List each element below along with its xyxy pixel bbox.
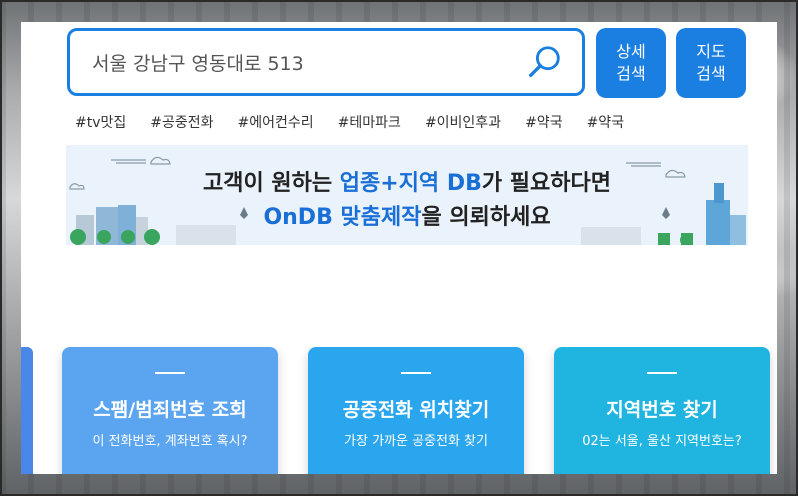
search-icon[interactable] [526, 43, 564, 81]
card-title: 스팸/범죄번호 조회 [93, 399, 247, 421]
hashtag-link[interactable]: #에어컨수리 [238, 112, 314, 132]
card-divider [155, 372, 185, 374]
card-subtitle: 02는 서울, 울산 지역번호는? [582, 434, 742, 449]
card-title: 공중전화 위치찾기 [342, 399, 490, 421]
hashtag-link[interactable]: #공중전화 [150, 112, 213, 132]
banner-text: 가 필요하다면 [481, 171, 611, 196]
ondb-banner[interactable]: 고객이 원하는 업종+지역 DB가 필요하다면 OnDB 맞춤제작을 의뢰하세요 [66, 145, 748, 245]
hashtag-link[interactable]: #tv맛집 [75, 112, 126, 132]
card-divider [401, 372, 431, 374]
banner-highlight: OnDB 맞춤제작 [263, 205, 422, 230]
banner-text: 을 의뢰하세요 [421, 205, 551, 230]
card-divider [647, 372, 677, 374]
detail-search-button[interactable]: 상세 검색 [596, 28, 666, 98]
search-input-value[interactable]: 서울 강남구 영동대로 513 [92, 49, 526, 76]
hashtag-link[interactable]: #테마파크 [338, 112, 401, 132]
partial-card[interactable] [21, 347, 33, 474]
banner-line-2: OnDB 맞춤제작을 의뢰하세요 [66, 199, 748, 231]
spam-lookup-card[interactable]: 스팸/범죄번호 조회 이 전화번호, 계좌번호 혹시? [62, 347, 278, 474]
hashtag-link[interactable]: #약국 [587, 112, 625, 132]
map-search-button[interactable]: 지도 검색 [676, 28, 746, 98]
service-cards: 스팸/범죄번호 조회 이 전화번호, 계좌번호 혹시? 공중전화 위치찾기 가장… [21, 347, 777, 474]
search-input[interactable]: 서울 강남구 영동대로 513 [67, 28, 585, 96]
banner-highlight: 업종+지역 DB [339, 171, 482, 196]
hashtag-link[interactable]: #약국 [525, 112, 563, 132]
banner-line-1: 고객이 원하는 업종+지역 DB가 필요하다면 [66, 165, 748, 197]
card-title: 지역번호 찾기 [606, 399, 718, 421]
payphone-finder-card[interactable]: 공중전화 위치찾기 가장 가까운 공중전화 찾기 [308, 347, 524, 474]
card-subtitle: 가장 가까운 공중전화 찾기 [344, 434, 488, 449]
hashtag-link[interactable]: #이비인후과 [425, 112, 501, 132]
card-subtitle: 이 전화번호, 계좌번호 혹시? [92, 434, 248, 449]
hashtag-list: #tv맛집 #공중전화 #에어컨수리 #테마파크 #이비인후과 #약국 #약국 [75, 112, 648, 132]
area-code-card[interactable]: 지역번호 찾기 02는 서울, 울산 지역번호는? [554, 347, 770, 474]
main-panel: 서울 강남구 영동대로 513 상세 검색 지도 검색 #tv맛집 #공중전화 … [21, 22, 777, 474]
banner-text: 고객이 원하는 [203, 171, 340, 196]
